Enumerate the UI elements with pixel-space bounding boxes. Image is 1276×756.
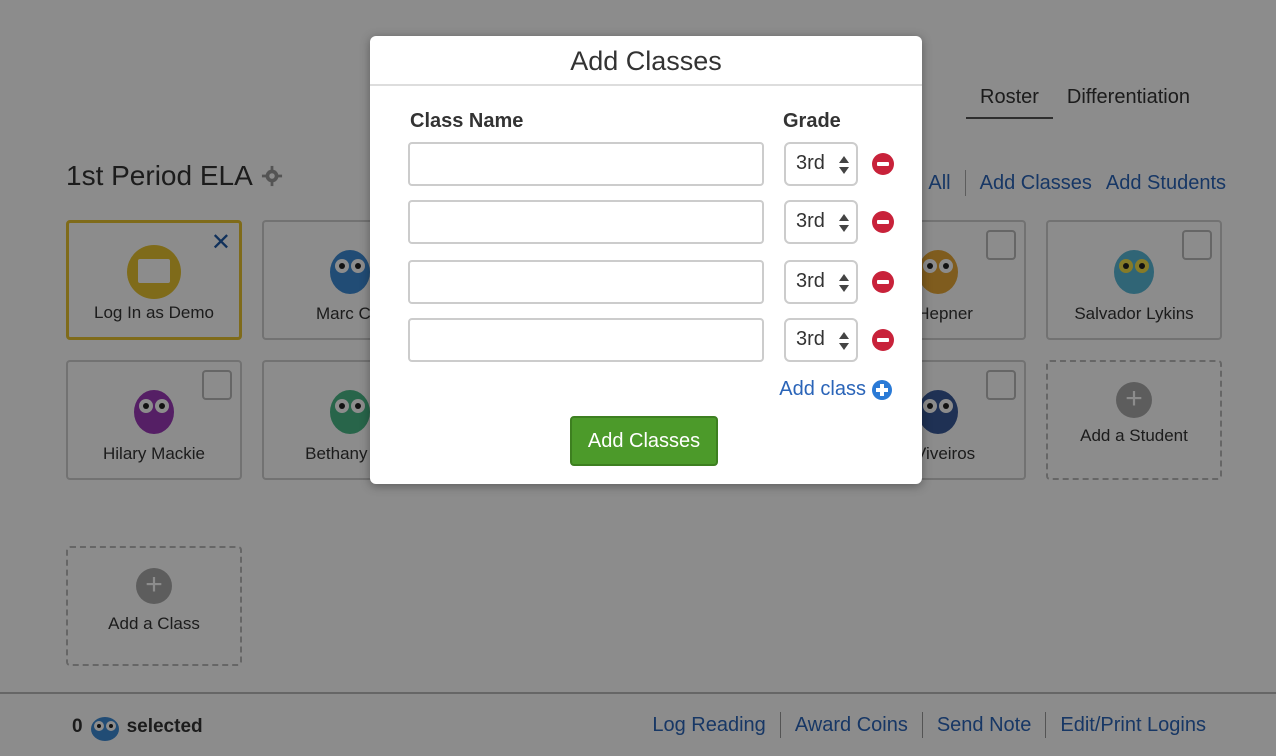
class-name-input[interactable] <box>408 260 764 304</box>
class-row: 3rd <box>408 318 898 364</box>
class-name-input[interactable] <box>408 200 764 244</box>
grade-value: 3rd <box>796 152 825 174</box>
select-arrows-icon <box>839 214 849 232</box>
class-row: 3rd <box>408 260 898 306</box>
class-name-input[interactable] <box>408 142 764 186</box>
add-classes-button[interactable]: Add Classes <box>570 416 718 466</box>
select-arrows-icon <box>839 156 849 174</box>
class-row: 3rd <box>408 200 898 246</box>
modal-divider <box>370 84 922 86</box>
select-arrows-icon <box>839 274 849 292</box>
add-classes-modal: Add Classes Class Name Grade 3rd 3rd 3rd… <box>370 36 922 484</box>
add-class-link[interactable]: Add class <box>779 378 892 401</box>
class-name-header: Class Name <box>410 110 524 132</box>
grade-select[interactable]: 3rd <box>784 318 858 362</box>
grade-select[interactable]: 3rd <box>784 260 858 304</box>
add-class-link-label: Add class <box>779 378 866 400</box>
grade-value: 3rd <box>796 210 825 232</box>
class-row: 3rd <box>408 142 898 188</box>
grade-select[interactable]: 3rd <box>784 142 858 186</box>
plus-circle-icon <box>872 379 892 400</box>
grade-header: Grade <box>783 110 841 132</box>
grade-value: 3rd <box>796 270 825 292</box>
remove-row-icon[interactable] <box>872 211 894 233</box>
grade-value: 3rd <box>796 328 825 350</box>
modal-title: Add Classes <box>570 46 722 76</box>
class-name-input[interactable] <box>408 318 764 362</box>
remove-row-icon[interactable] <box>872 153 894 175</box>
remove-row-icon[interactable] <box>872 271 894 293</box>
remove-row-icon[interactable] <box>872 329 894 351</box>
select-arrows-icon <box>839 332 849 350</box>
grade-select[interactable]: 3rd <box>784 200 858 244</box>
